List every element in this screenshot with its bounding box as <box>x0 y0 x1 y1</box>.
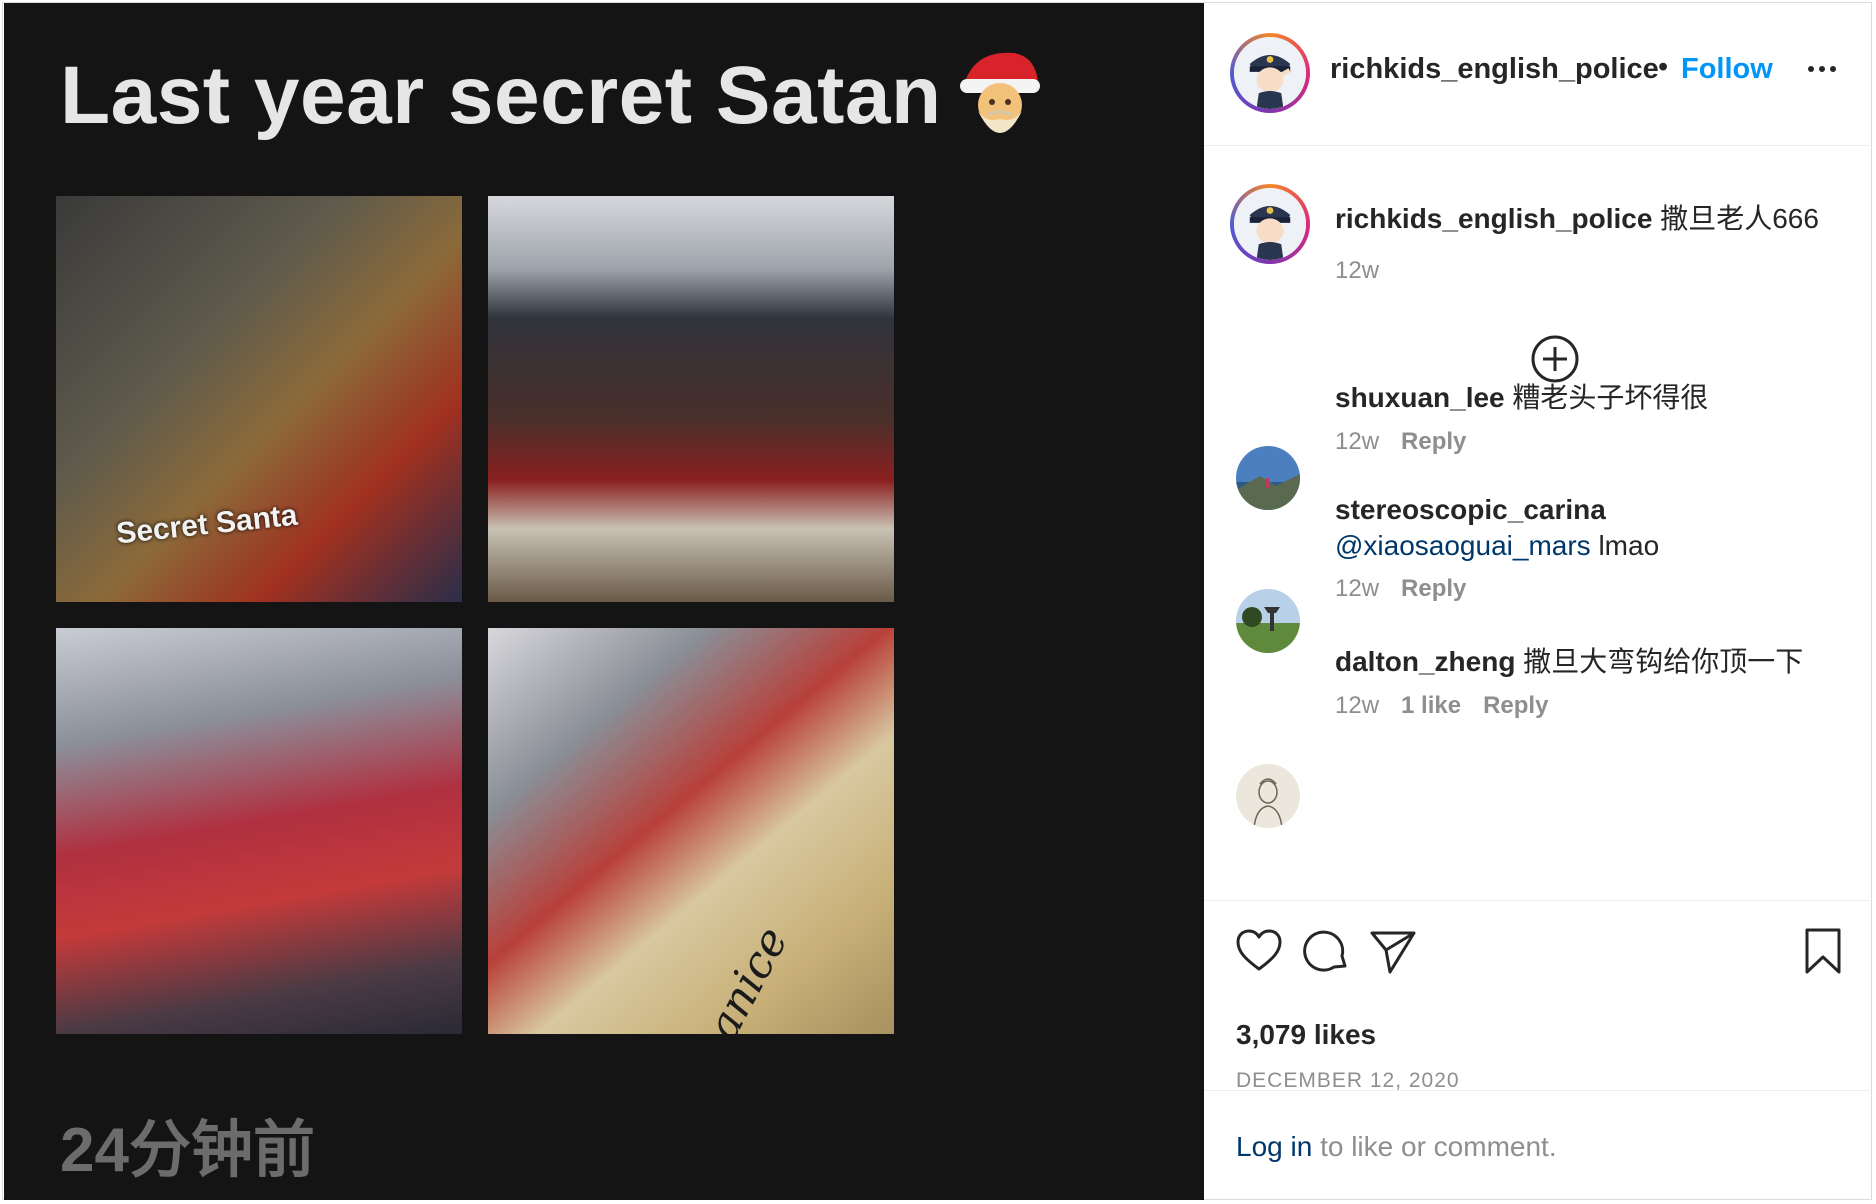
login-suffix: to like or comment. <box>1312 1131 1557 1162</box>
login-bar: Log in to like or comment. <box>1204 1090 1870 1200</box>
comment-time[interactable]: 12w <box>1335 692 1379 719</box>
comment-text: 撒旦大弯钩给你顶一下 <box>1523 646 1804 677</box>
reply-button[interactable]: Reply <box>1401 428 1466 455</box>
likes-count[interactable]: 3,079 likes <box>1236 1019 1376 1051</box>
comment-body: @xiaosaoguai_mars lmao <box>1335 530 1659 562</box>
comment-likes[interactable]: 1 like <box>1401 692 1461 719</box>
reply-button[interactable]: Reply <box>1483 692 1548 719</box>
bookmark-icon[interactable] <box>1798 926 1848 976</box>
park-avatar-icon <box>1236 589 1300 653</box>
comment-mention-link[interactable]: @xiaosaoguai_mars <box>1335 530 1591 561</box>
comment-text: 糟老头子坏得很 <box>1512 382 1709 413</box>
caption: richkids_english_police 撒旦老人666 <box>1335 197 1819 237</box>
comment-meta: 12w 1 like Reply <box>1335 692 1570 720</box>
post-sidebar: richkids_english_police • Follow richkid… <box>1204 3 1870 1199</box>
comment-line: stereoscopic_carina <box>1335 494 1606 526</box>
follow-button[interactable]: Follow <box>1681 53 1773 86</box>
comment-username[interactable]: dalton_zheng <box>1335 646 1515 677</box>
caption-username[interactable]: richkids_english_police <box>1335 203 1652 234</box>
more-options-icon[interactable] <box>1807 63 1837 75</box>
landscape-avatar-icon <box>1236 446 1300 510</box>
comment-meta: 12w Reply <box>1335 575 1488 603</box>
comment-icon[interactable] <box>1301 926 1351 976</box>
caption-avatar[interactable] <box>1230 184 1310 264</box>
comment-avatar[interactable] <box>1236 446 1300 510</box>
login-link[interactable]: Log in <box>1236 1131 1312 1162</box>
comments-section: richkids_english_police 撒旦老人666 12w shux… <box>1204 146 1870 900</box>
login-prompt: Log in to like or comment. <box>1236 1131 1557 1163</box>
police-avatar-icon <box>1234 188 1306 260</box>
header-username[interactable]: richkids_english_police <box>1330 53 1659 86</box>
comment-line: shuxuan_lee 糟老头子坏得很 <box>1335 376 1708 416</box>
separator-dot: • <box>1658 51 1669 83</box>
heart-icon[interactable] <box>1234 926 1284 976</box>
comment-username[interactable]: stereoscopic_carina <box>1335 494 1606 525</box>
comment-time[interactable]: 12w <box>1335 428 1379 455</box>
image-title: Last year secret Satan <box>60 50 942 141</box>
comment-avatar[interactable] <box>1236 589 1300 653</box>
caption-text: 撒旦老人666 <box>1660 203 1819 234</box>
comment-time[interactable]: 12w <box>1335 575 1379 602</box>
photo-group-selfie <box>56 628 462 1034</box>
comment-text: lmao <box>1590 530 1660 561</box>
comment-meta: 12w Reply <box>1335 428 1488 456</box>
reply-button[interactable]: Reply <box>1401 575 1466 602</box>
share-icon[interactable] <box>1368 926 1418 976</box>
caption-meta: 12w <box>1335 257 1401 285</box>
photo-caption: anice <box>697 918 799 1034</box>
comment-username[interactable]: shuxuan_lee <box>1335 382 1505 413</box>
caption-time[interactable]: 12w <box>1335 257 1379 284</box>
photo-dinner-table <box>488 196 894 602</box>
santa-emoji-icon <box>960 52 1040 133</box>
comment-line: dalton_zheng 撒旦大弯钩给你顶一下 <box>1335 640 1803 680</box>
image-timestamp: 24分钟前 <box>60 1116 315 1185</box>
photo-gift-wrap: anice <box>488 628 894 1034</box>
photo-caption: Secret Santa <box>114 498 299 551</box>
sketch-avatar-icon <box>1236 764 1300 828</box>
police-avatar-icon <box>1234 37 1306 109</box>
comment-avatar[interactable] <box>1236 764 1300 828</box>
post-header: richkids_english_police • Follow <box>1204 3 1870 146</box>
action-bar: 3,079 likes DECEMBER 12, 2020 <box>1204 900 1870 1092</box>
photo-gifts: Secret Santa <box>56 196 462 602</box>
post-image[interactable]: Last year secret Satan Secret Santa anic… <box>4 3 1204 1200</box>
avatar[interactable] <box>1230 33 1310 113</box>
